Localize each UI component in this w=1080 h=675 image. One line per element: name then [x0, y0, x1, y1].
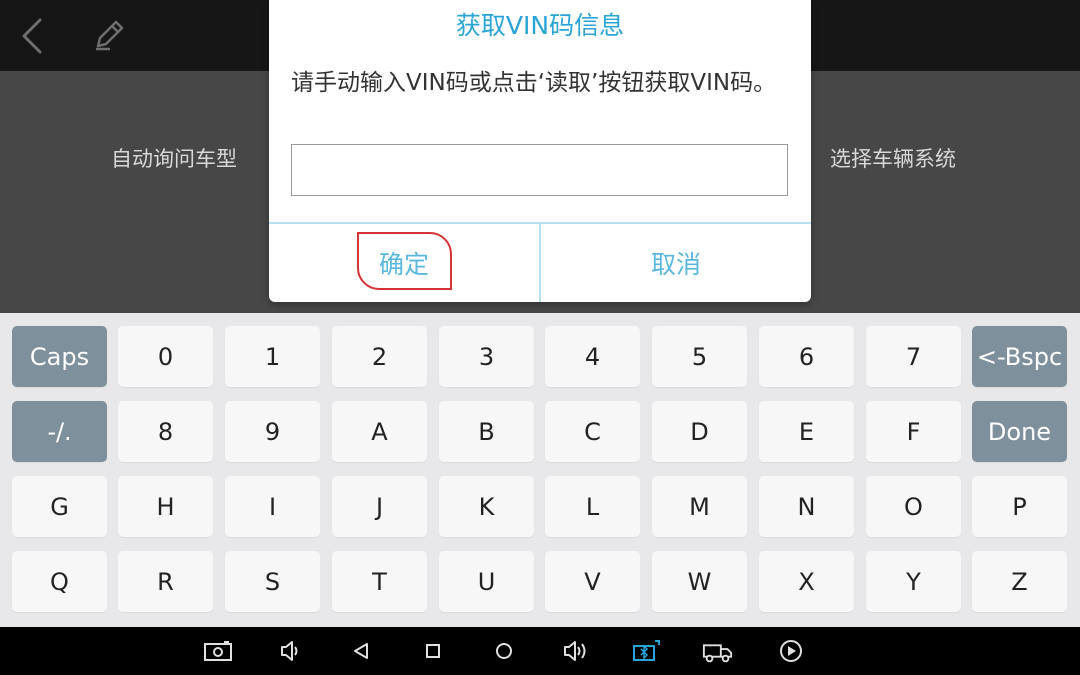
- home-icon[interactable]: [488, 637, 520, 665]
- key-h[interactable]: H: [118, 476, 213, 537]
- key-m[interactable]: M: [652, 476, 747, 537]
- key-e[interactable]: E: [759, 401, 854, 462]
- vci-connection-icon[interactable]: [631, 637, 663, 665]
- key-4[interactable]: 4: [545, 326, 640, 387]
- vin-dialog: 获取VIN码信息 请手动输入VIN码或点击‘读取’按钮获取VIN码。 确定 取消: [269, 0, 811, 302]
- key-f[interactable]: F: [866, 401, 961, 462]
- backspace-key[interactable]: <-Bspc: [972, 326, 1067, 387]
- key-z[interactable]: Z: [972, 551, 1067, 612]
- key-t[interactable]: T: [332, 551, 427, 612]
- chevron-left-icon[interactable]: [18, 16, 48, 56]
- key-w[interactable]: W: [652, 551, 747, 612]
- system-nav-bar: [0, 627, 1080, 675]
- key-3[interactable]: 3: [439, 326, 534, 387]
- key-k[interactable]: K: [439, 476, 534, 537]
- menu-item-select-system[interactable]: 选择车辆系统: [830, 143, 956, 173]
- key-s[interactable]: S: [225, 551, 320, 612]
- play-icon[interactable]: [775, 637, 807, 665]
- dialog-message: 请手动输入VIN码或点击‘读取’按钮获取VIN码。: [291, 70, 777, 96]
- on-screen-keyboard: Caps 0 1 2 3 4 5 6 7 <-Bspc -/. 8 9 A B C D E F Done G H I J K L M…: [0, 313, 1080, 627]
- key-x[interactable]: X: [759, 551, 854, 612]
- key-d[interactable]: D: [652, 401, 747, 462]
- key-v[interactable]: V: [545, 551, 640, 612]
- key-9[interactable]: 9: [225, 401, 320, 462]
- key-5[interactable]: 5: [652, 326, 747, 387]
- pencil-icon[interactable]: [92, 18, 126, 52]
- key-p[interactable]: P: [972, 476, 1067, 537]
- key-c[interactable]: C: [545, 401, 640, 462]
- screenshot-icon[interactable]: [202, 637, 234, 665]
- back-icon[interactable]: [346, 637, 378, 665]
- key-6[interactable]: 6: [759, 326, 854, 387]
- caps-key[interactable]: Caps: [12, 326, 107, 387]
- cancel-button[interactable]: 取消: [541, 224, 811, 302]
- menu-item-auto-query[interactable]: 自动询问车型: [111, 143, 237, 173]
- key-b[interactable]: B: [439, 401, 534, 462]
- key-j[interactable]: J: [332, 476, 427, 537]
- key-1[interactable]: 1: [225, 326, 320, 387]
- key-8[interactable]: 8: [118, 401, 213, 462]
- key-y[interactable]: Y: [866, 551, 961, 612]
- recent-apps-icon[interactable]: [417, 637, 449, 665]
- key-i[interactable]: I: [225, 476, 320, 537]
- key-u[interactable]: U: [439, 551, 534, 612]
- volume-down-icon[interactable]: [274, 637, 306, 665]
- key-7[interactable]: 7: [866, 326, 961, 387]
- key-g[interactable]: G: [12, 476, 107, 537]
- key-o[interactable]: O: [866, 476, 961, 537]
- done-key[interactable]: Done: [972, 401, 1067, 462]
- key-l[interactable]: L: [545, 476, 640, 537]
- volume-up-icon[interactable]: [560, 637, 592, 665]
- key-q[interactable]: Q: [12, 551, 107, 612]
- key-a[interactable]: A: [332, 401, 427, 462]
- key-r[interactable]: R: [118, 551, 213, 612]
- ok-button[interactable]: 确定: [269, 224, 539, 302]
- vin-input[interactable]: [291, 144, 788, 196]
- key-n[interactable]: N: [759, 476, 854, 537]
- dialog-title: 获取VIN码信息: [455, 11, 625, 40]
- key-0[interactable]: 0: [118, 326, 213, 387]
- symbols-key[interactable]: -/.: [12, 401, 107, 462]
- truck-icon[interactable]: [702, 637, 734, 665]
- key-2[interactable]: 2: [332, 326, 427, 387]
